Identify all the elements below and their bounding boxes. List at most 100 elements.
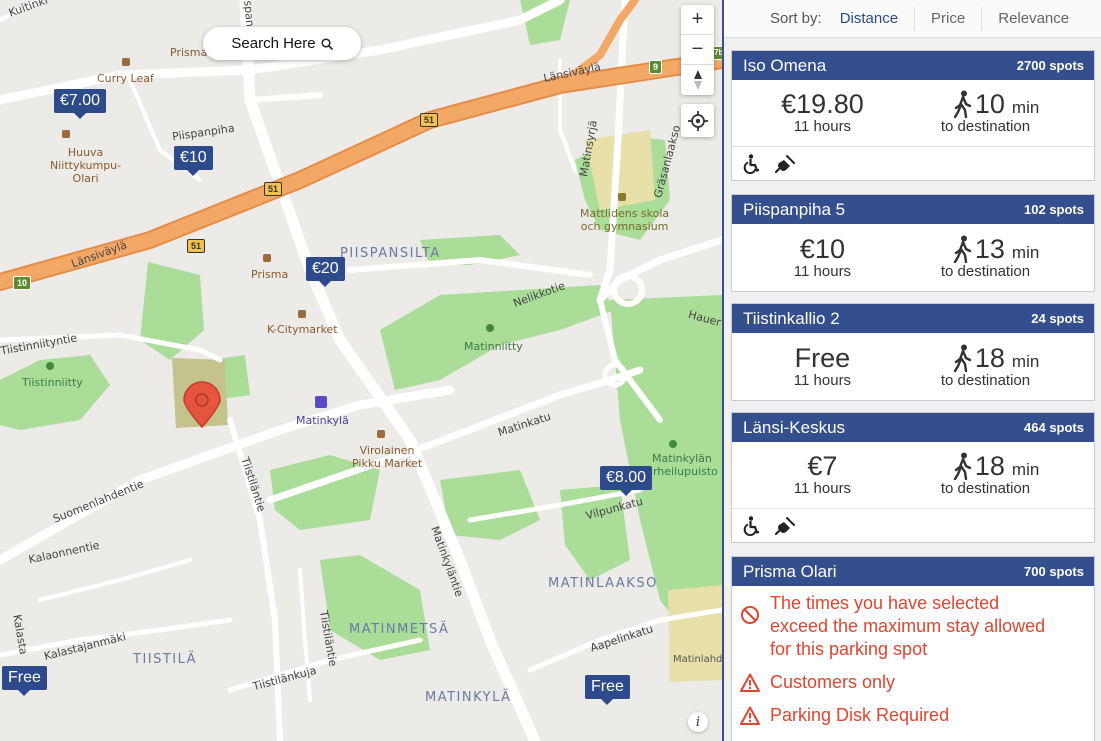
walk-minutes: 18 xyxy=(974,342,1005,373)
walk-unit: min xyxy=(1011,242,1040,262)
sort-option-relevance[interactable]: Relevance xyxy=(981,6,1085,31)
price-marker[interactable]: €8.00 xyxy=(600,466,653,496)
warning-text: Customers only xyxy=(770,672,896,692)
walk-subtitle: to destination xyxy=(940,262,1031,280)
results-sidebar: Sort by: Distance Price Relevance Iso Om… xyxy=(724,0,1101,741)
road-shield-10: 10 xyxy=(13,276,32,290)
map-label-matinmetsa: MATINMETSÄ xyxy=(349,622,450,637)
walk-minutes: 10 xyxy=(974,89,1005,119)
wheelchair-icon xyxy=(743,515,760,536)
card-header: Tiistinkallio 2 24 spots xyxy=(732,304,1094,333)
map-label-k-citymarket: K-Citymarket xyxy=(267,323,338,336)
map-label-prisma: Prisma xyxy=(170,46,208,59)
park-icon xyxy=(486,324,494,332)
walk-subtitle: to destination xyxy=(940,371,1031,389)
map-label-matinlahd: Matinlahd xyxy=(673,654,722,665)
card-header: Länsi-Keskus 464 spots xyxy=(732,413,1094,442)
zoom-out-button[interactable]: − xyxy=(681,35,714,65)
price-column: €19.80 11 hours xyxy=(732,80,913,146)
road-shield-51: 51 xyxy=(420,113,439,127)
card-title: Iso Omena xyxy=(743,55,827,75)
map-label-matinkyla-district: MATINKYLÄ xyxy=(425,690,512,705)
price-value: Free xyxy=(794,342,851,373)
ev-plug-icon xyxy=(775,516,795,535)
map-label-tiistila: TIISTILÄ xyxy=(133,652,198,667)
ev-plug-icon xyxy=(775,154,795,173)
walk-unit: min xyxy=(1011,351,1040,371)
info-button[interactable]: i xyxy=(688,712,708,732)
price-duration: 11 hours xyxy=(793,371,852,389)
sort-bar: Sort by: Distance Price Relevance xyxy=(724,0,1101,38)
price-marker[interactable]: €7.00 xyxy=(54,89,107,119)
compass-button[interactable] xyxy=(681,65,714,95)
walking-person-icon xyxy=(953,90,972,118)
card-header: Iso Omena 2700 spots xyxy=(732,51,1094,80)
walk-subtitle: to destination xyxy=(940,480,1031,497)
zoom-in-button[interactable]: + xyxy=(681,5,714,35)
minus-icon: − xyxy=(691,38,704,60)
locate-me-button[interactable] xyxy=(681,104,714,137)
amenities-row xyxy=(732,147,1094,180)
search-icon xyxy=(321,37,333,50)
map-label-prisma-mid: Prisma xyxy=(251,268,289,281)
map-label-matinniitty: Matinniitty xyxy=(464,340,523,353)
warning-text: The times you have selected exceed the m… xyxy=(770,593,1046,659)
warnings-list: The times you have selected exceed the m… xyxy=(732,586,1094,727)
shop-icon xyxy=(263,254,271,262)
parking-card[interactable]: Prisma Olari 700 spots The times you hav… xyxy=(731,556,1095,741)
map-label-matinkyla-station: Matinkylä xyxy=(296,414,349,427)
search-here-label: Search Here xyxy=(231,35,316,52)
walk-minutes: 18 xyxy=(974,451,1005,481)
compass-icon xyxy=(693,70,702,90)
no-entry-icon xyxy=(741,606,759,624)
walk-column: 18 min to destination xyxy=(913,333,1094,400)
shop-icon xyxy=(298,310,306,318)
map-label-tiistinniitty: Tiistinniitty xyxy=(22,376,83,389)
destination-pin-icon[interactable] xyxy=(182,381,222,434)
parking-card[interactable]: Länsi-Keskus 464 spots €7 11 hours 18 mi xyxy=(731,412,1095,543)
card-title: Piispanpiha 5 xyxy=(743,199,846,219)
road-shield-51: 51 xyxy=(264,182,283,196)
sort-option-price[interactable]: Price xyxy=(914,6,981,31)
app: Curry Leaf Prisma Piispanpiha Huuva Niit… xyxy=(0,0,1101,741)
walk-minutes: 13 xyxy=(974,233,1005,264)
warning-triangle-icon xyxy=(740,673,760,692)
walking-person-icon xyxy=(953,235,972,263)
map-label-mattlidens: Mattlidens skola och gymnasium xyxy=(580,207,670,233)
map-label-curry-leaf: Curry Leaf xyxy=(97,72,154,85)
map-label-matinlaakso: MATINLAAKSO xyxy=(548,576,658,591)
parking-card[interactable]: Iso Omena 2700 spots €19.80 11 hours 10 xyxy=(731,50,1095,181)
price-column: €10 11 hours xyxy=(732,224,913,291)
shop-icon xyxy=(377,430,385,438)
price-column: €7 11 hours xyxy=(732,442,913,508)
price-marker[interactable]: Free xyxy=(585,675,630,705)
road-shield-9: 9 xyxy=(649,60,663,74)
parking-card[interactable]: Piispanpiha 5 102 spots €10 11 hours 13 xyxy=(731,194,1095,292)
price-duration: 11 hours xyxy=(793,262,852,280)
price-marker[interactable]: Free xyxy=(2,666,47,696)
map[interactable]: Curry Leaf Prisma Piispanpiha Huuva Niit… xyxy=(0,0,722,741)
price-marker[interactable]: €10 xyxy=(174,146,213,176)
restaurant-icon xyxy=(62,130,70,138)
school-icon xyxy=(618,193,626,201)
park-icon xyxy=(46,362,54,370)
warning-row: The times you have selected exceed the m… xyxy=(732,592,1094,661)
amenities-row xyxy=(732,509,1094,542)
search-here-button[interactable]: Search Here xyxy=(203,27,361,60)
parking-card[interactable]: Tiistinkallio 2 24 spots Free 11 hours 1… xyxy=(731,303,1095,401)
sort-option-distance[interactable]: Distance xyxy=(832,7,914,31)
warning-row: Parking Disk Required xyxy=(732,704,1094,727)
park-icon xyxy=(669,440,677,448)
price-column: Free 11 hours xyxy=(732,333,913,400)
map-label-huuva: Huuva Niittykumpu- Olari xyxy=(50,146,122,185)
card-spots: 2700 spots xyxy=(1016,58,1084,73)
card-body: Free 11 hours 18 min to destination xyxy=(732,333,1094,400)
price-value: €7 xyxy=(807,451,838,481)
walk-column: 10 min to destination xyxy=(913,80,1094,146)
train-station-icon xyxy=(315,396,327,408)
price-duration: 11 hours xyxy=(793,480,852,497)
price-marker[interactable]: €20 xyxy=(306,257,345,287)
card-title: Länsi-Keskus xyxy=(743,417,846,437)
map-label-virolainen: Virolainen Pikku Market xyxy=(352,444,423,470)
map-label-urheilupuisto: Matinkylän urheilupuisto xyxy=(646,452,718,478)
